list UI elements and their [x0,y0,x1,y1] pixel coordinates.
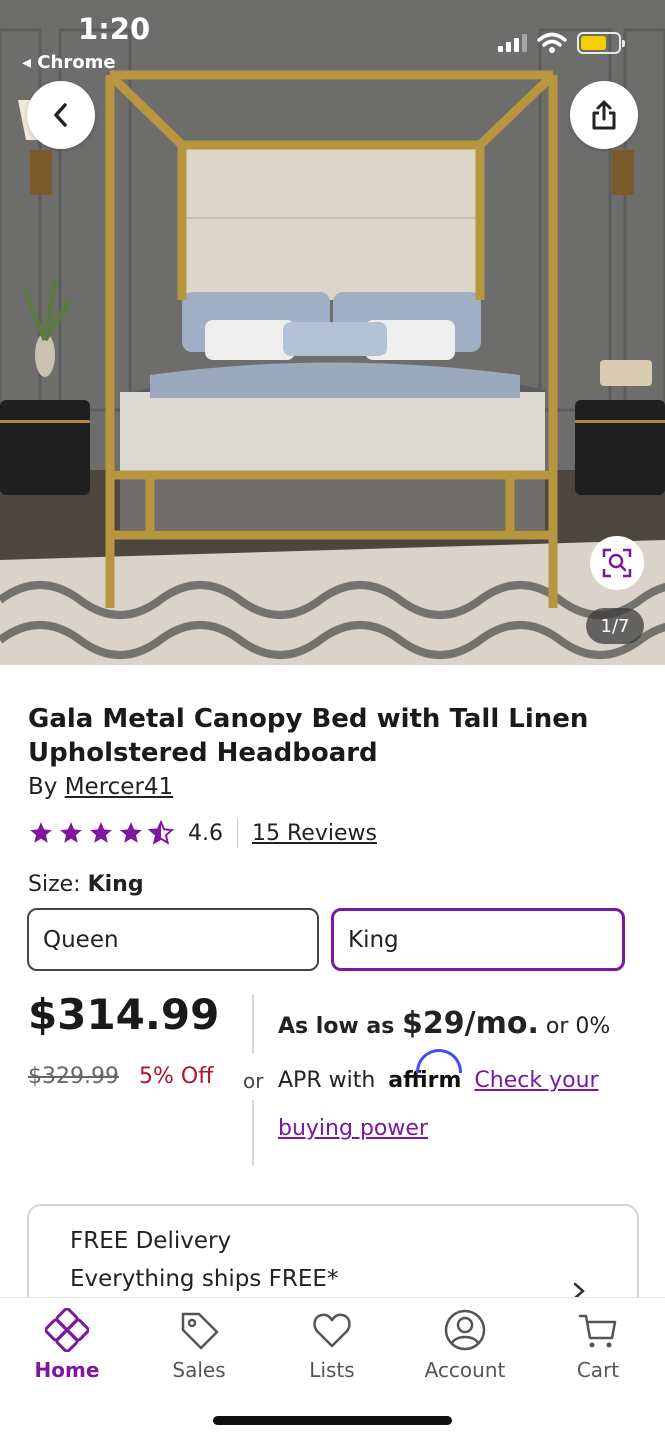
visual-search-button[interactable] [590,536,644,590]
nav-sales[interactable]: Sales [144,1308,254,1382]
nav-account[interactable]: Account [410,1308,520,1382]
size-option-king[interactable]: King [331,908,625,971]
nav-cart-label: Cart [576,1358,620,1382]
size-label-text: Size: [28,872,88,897]
back-to-app-link[interactable]: ◂ Chrome [22,52,116,73]
status-bar: 1:20 ◂ Chrome [0,0,665,80]
current-price: $314.99 [28,990,220,1039]
wifi-icon [537,32,567,53]
reviews-link[interactable]: 15 Reviews [252,821,377,846]
rating-row[interactable]: 4.6 15 Reviews [28,816,377,850]
delivery-subtitle: Everything ships FREE* [70,1266,339,1292]
status-time: 1:20 [78,12,151,46]
financing-monthly: $29/mo. [402,1006,539,1041]
cart-icon [578,1314,617,1348]
home-icon [45,1308,89,1352]
share-icon [592,100,616,130]
heart-icon [313,1313,351,1348]
or-separator: or [243,1069,264,1093]
image-counter: 1/7 [586,608,644,644]
size-selected-value: King [87,872,144,897]
nav-lists-label: Lists [309,1358,355,1382]
rating-divider [237,818,238,848]
nav-sales-label: Sales [172,1358,226,1382]
nav-home[interactable]: Home [12,1308,122,1382]
nav-account-label: Account [424,1358,506,1382]
size-label: Size: King [28,872,144,897]
nav-lists[interactable]: Lists [277,1308,387,1382]
product-image-gallery[interactable]: 1:20 ◂ Chrome 1/7 [0,0,665,665]
affirm-logo: affirm [388,1049,463,1105]
chevron-left-icon [54,103,67,127]
original-price: $329.99 [28,1064,119,1089]
cellular-signal-icon [498,34,527,52]
brand-prefix: By [28,774,65,800]
nav-home-label: Home [34,1358,100,1382]
brand-line: By Mercer41 [28,774,173,800]
product-photo [0,0,665,665]
nav-cart[interactable]: Cart [543,1308,653,1382]
rating-value: 4.6 [188,820,223,846]
price-divider-bottom [252,1100,254,1166]
star-rating [28,820,174,846]
financing-prefix: As low as [278,1014,403,1039]
status-icons [498,32,625,54]
brand-link[interactable]: Mercer41 [65,774,173,800]
half-star-icon [148,820,174,845]
delivery-title: FREE Delivery [70,1228,232,1254]
battery-icon [577,32,625,54]
star-icon [120,822,142,843]
share-button[interactable] [570,81,638,149]
star-icon [90,822,112,843]
financing-offer: As low as $29/mo. or 0% APR with affirm … [278,1000,638,1153]
star-icon [60,822,82,843]
star-icon [30,822,52,843]
size-option-queen[interactable]: Queen [27,908,319,971]
product-title: Gala Metal Canopy Bed with Tall Linen Up… [28,704,589,768]
account-icon [444,1309,486,1351]
price-divider-top [252,995,254,1053]
home-indicator [213,1416,452,1425]
tag-icon [181,1312,219,1350]
discount-badge: 5% Off [139,1064,214,1089]
back-button[interactable] [27,81,95,149]
visual-search-icon [602,548,632,578]
